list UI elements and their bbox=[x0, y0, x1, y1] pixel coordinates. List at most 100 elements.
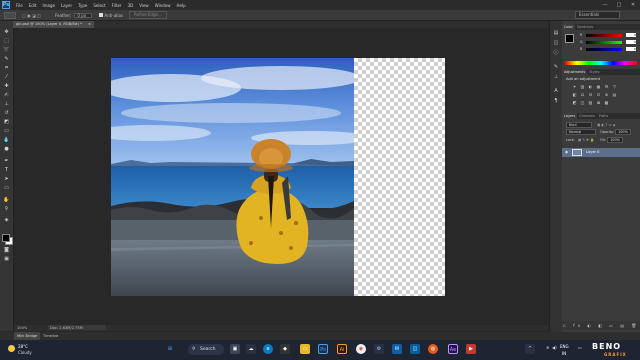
zoom-level[interactable]: 100% bbox=[17, 325, 27, 331]
media-player-icon[interactable]: ▶ bbox=[466, 344, 476, 354]
levels-icon[interactable]: ▥ bbox=[580, 84, 585, 89]
chrome-icon[interactable]: ◉ bbox=[356, 344, 366, 354]
menu-window[interactable]: Window bbox=[152, 3, 174, 8]
color-balance-icon[interactable]: ⚖ bbox=[580, 92, 585, 97]
curves-icon[interactable]: ◐ bbox=[588, 84, 593, 89]
shape-tool-icon[interactable]: ▭ bbox=[3, 185, 10, 191]
clone-source-icon[interactable]: ⊥ bbox=[553, 75, 559, 80]
refine-edge-button[interactable]: Refine Edge... bbox=[129, 11, 167, 19]
blue-channel-row[interactable]: B 0 bbox=[576, 47, 636, 52]
minimize-button[interactable]: — bbox=[598, 2, 612, 8]
red-channel-row[interactable]: R 0 bbox=[576, 33, 636, 38]
info-panel-icon[interactable]: ⓘ bbox=[553, 51, 559, 56]
tab-timeline[interactable]: Timeline bbox=[40, 332, 61, 340]
blur-tool-icon[interactable]: 💧 bbox=[3, 137, 10, 143]
close-document-icon[interactable]: × bbox=[88, 21, 91, 28]
color-ramp[interactable] bbox=[565, 61, 637, 65]
history-brush-icon[interactable]: ↺ bbox=[3, 110, 10, 116]
color-lookup-icon[interactable]: ▤ bbox=[612, 92, 617, 97]
blend-mode-select[interactable]: Normal bbox=[566, 129, 596, 135]
tab-mini-bridge[interactable]: Mini Bridge bbox=[14, 332, 41, 340]
maximize-button[interactable]: □ bbox=[612, 2, 626, 8]
quick-mask-icon[interactable]: ◙ bbox=[3, 247, 10, 253]
healing-brush-icon[interactable]: ✚ bbox=[3, 83, 10, 89]
gradient-fill-icon[interactable]: ▩ bbox=[604, 100, 609, 105]
blue-value[interactable]: 0 bbox=[626, 47, 636, 51]
blue-slider[interactable] bbox=[586, 48, 622, 51]
workspace-select[interactable]: Essentials bbox=[575, 11, 620, 19]
exposure-icon[interactable]: ▦ bbox=[596, 84, 601, 89]
character-panel-icon[interactable]: A bbox=[553, 89, 559, 94]
opacity-input[interactable]: 100% bbox=[615, 129, 631, 135]
tab-paths[interactable]: Paths bbox=[597, 113, 610, 119]
green-value[interactable]: 0 bbox=[626, 40, 636, 44]
settings-icon[interactable]: ⚙ bbox=[374, 344, 384, 354]
lasso-tool-icon[interactable]: ➰ bbox=[3, 47, 10, 53]
close-window-button[interactable]: ✕ bbox=[626, 2, 640, 8]
app-black-icon[interactable]: ◆ bbox=[280, 344, 290, 354]
illustrator-taskbar-icon[interactable]: Ai bbox=[337, 344, 347, 354]
properties-panel-icon[interactable]: ◫ bbox=[553, 41, 559, 46]
volume-icon[interactable]: ◀) bbox=[552, 345, 557, 350]
after-effects-icon[interactable]: Ae bbox=[448, 344, 458, 354]
dodge-tool-icon[interactable]: ● bbox=[3, 146, 10, 152]
firefox-icon[interactable]: ◍ bbox=[428, 344, 438, 354]
tab-channels[interactable]: Channels bbox=[577, 113, 597, 119]
marquee-tool-icon[interactable]: ⬚ bbox=[3, 38, 10, 44]
brush-panel-icon[interactable]: ✎ bbox=[553, 65, 559, 70]
photoshop-taskbar-icon[interactable]: Ps bbox=[318, 344, 328, 354]
store-icon[interactable]: ◫ bbox=[410, 344, 420, 354]
tray-chevron-icon[interactable]: ^ bbox=[525, 344, 535, 354]
posterize-icon[interactable]: ◫ bbox=[580, 100, 585, 105]
red-value[interactable]: 0 bbox=[626, 33, 636, 37]
lock-icons[interactable]: ▦ ✎ ✥ 🔒 bbox=[578, 138, 594, 142]
gradient-tool-icon[interactable]: ▭ bbox=[3, 128, 10, 134]
task-view-icon[interactable]: ▣ bbox=[230, 344, 240, 354]
history-panel-icon[interactable]: ▤ bbox=[553, 31, 559, 36]
kind-filter[interactable]: Kind ▣ ◐ T ▭ ◈ bbox=[566, 122, 615, 128]
screen-mode-icon[interactable]: ▣ bbox=[3, 256, 10, 262]
zoom-tool-icon[interactable]: ⚲ bbox=[3, 206, 10, 212]
language-in[interactable]: IN bbox=[562, 351, 566, 356]
network-icon[interactable]: ▭ bbox=[578, 345, 582, 350]
threshold-icon[interactable]: ▨ bbox=[588, 100, 593, 105]
gradient-map-icon[interactable]: ▽ bbox=[612, 84, 617, 89]
3d-tool-icon[interactable]: ◈ bbox=[3, 217, 10, 223]
path-select-icon[interactable]: ➤ bbox=[3, 176, 10, 182]
menu-select[interactable]: Select bbox=[90, 3, 108, 8]
menu-filter[interactable]: Filter bbox=[109, 3, 125, 8]
fill-input[interactable]: 100% bbox=[607, 137, 623, 143]
mail-icon[interactable]: ✉ bbox=[392, 344, 402, 354]
photo-filter-icon[interactable]: ⊡ bbox=[596, 92, 601, 97]
foreground-color-swatch[interactable] bbox=[2, 234, 10, 242]
pen-tool-icon[interactable]: ✒ bbox=[3, 158, 10, 164]
feather-input[interactable]: 0 px bbox=[74, 12, 93, 18]
edge-browser-icon[interactable]: e bbox=[263, 344, 273, 354]
hue-saturation-icon[interactable]: ◧ bbox=[572, 92, 577, 97]
layer-name[interactable]: Layer 0 bbox=[586, 148, 599, 157]
green-slider[interactable] bbox=[586, 41, 622, 44]
color-swatches[interactable] bbox=[2, 234, 13, 245]
black-white-icon[interactable]: ⊟ bbox=[588, 92, 593, 97]
clone-stamp-icon[interactable]: ⊥ bbox=[3, 101, 10, 107]
selective-color-icon[interactable]: ⊠ bbox=[596, 100, 601, 105]
menu-edit[interactable]: Edit bbox=[26, 3, 40, 8]
layers-footer-icons[interactable]: ⊂ fx ◐ ◧ ▭ ▤ 🗑 bbox=[562, 321, 640, 330]
menu-layer[interactable]: Layer bbox=[58, 3, 75, 8]
crop-tool-icon[interactable]: ⌗ bbox=[3, 65, 10, 71]
widgets-icon[interactable]: ☁ bbox=[246, 344, 256, 354]
hand-tool-icon[interactable]: ✋ bbox=[3, 197, 10, 203]
move-tool-icon[interactable]: ✥ bbox=[3, 29, 10, 35]
photo-layer-image[interactable] bbox=[111, 58, 354, 296]
invert-icon[interactable]: ◩ bbox=[572, 100, 577, 105]
quick-select-tool-icon[interactable]: ✎ bbox=[3, 56, 10, 62]
panel-foreground-swatch[interactable] bbox=[565, 34, 574, 43]
red-slider[interactable] bbox=[586, 34, 622, 37]
eyedropper-tool-icon[interactable]: ⁄ bbox=[3, 74, 10, 80]
kind-filter-select[interactable]: Kind bbox=[566, 122, 592, 128]
selection-mode-icons[interactable]: ▢ ▣ ◪ ◫ bbox=[22, 13, 41, 18]
brightness-icon[interactable]: ☀ bbox=[572, 84, 577, 89]
tab-styles[interactable]: Styles bbox=[587, 69, 601, 75]
tab-adjustments[interactable]: Adjustments bbox=[562, 69, 588, 75]
document-tab[interactable]: gkl.psd @ 100% (Layer 0, RGB/8#) * × bbox=[13, 21, 94, 28]
